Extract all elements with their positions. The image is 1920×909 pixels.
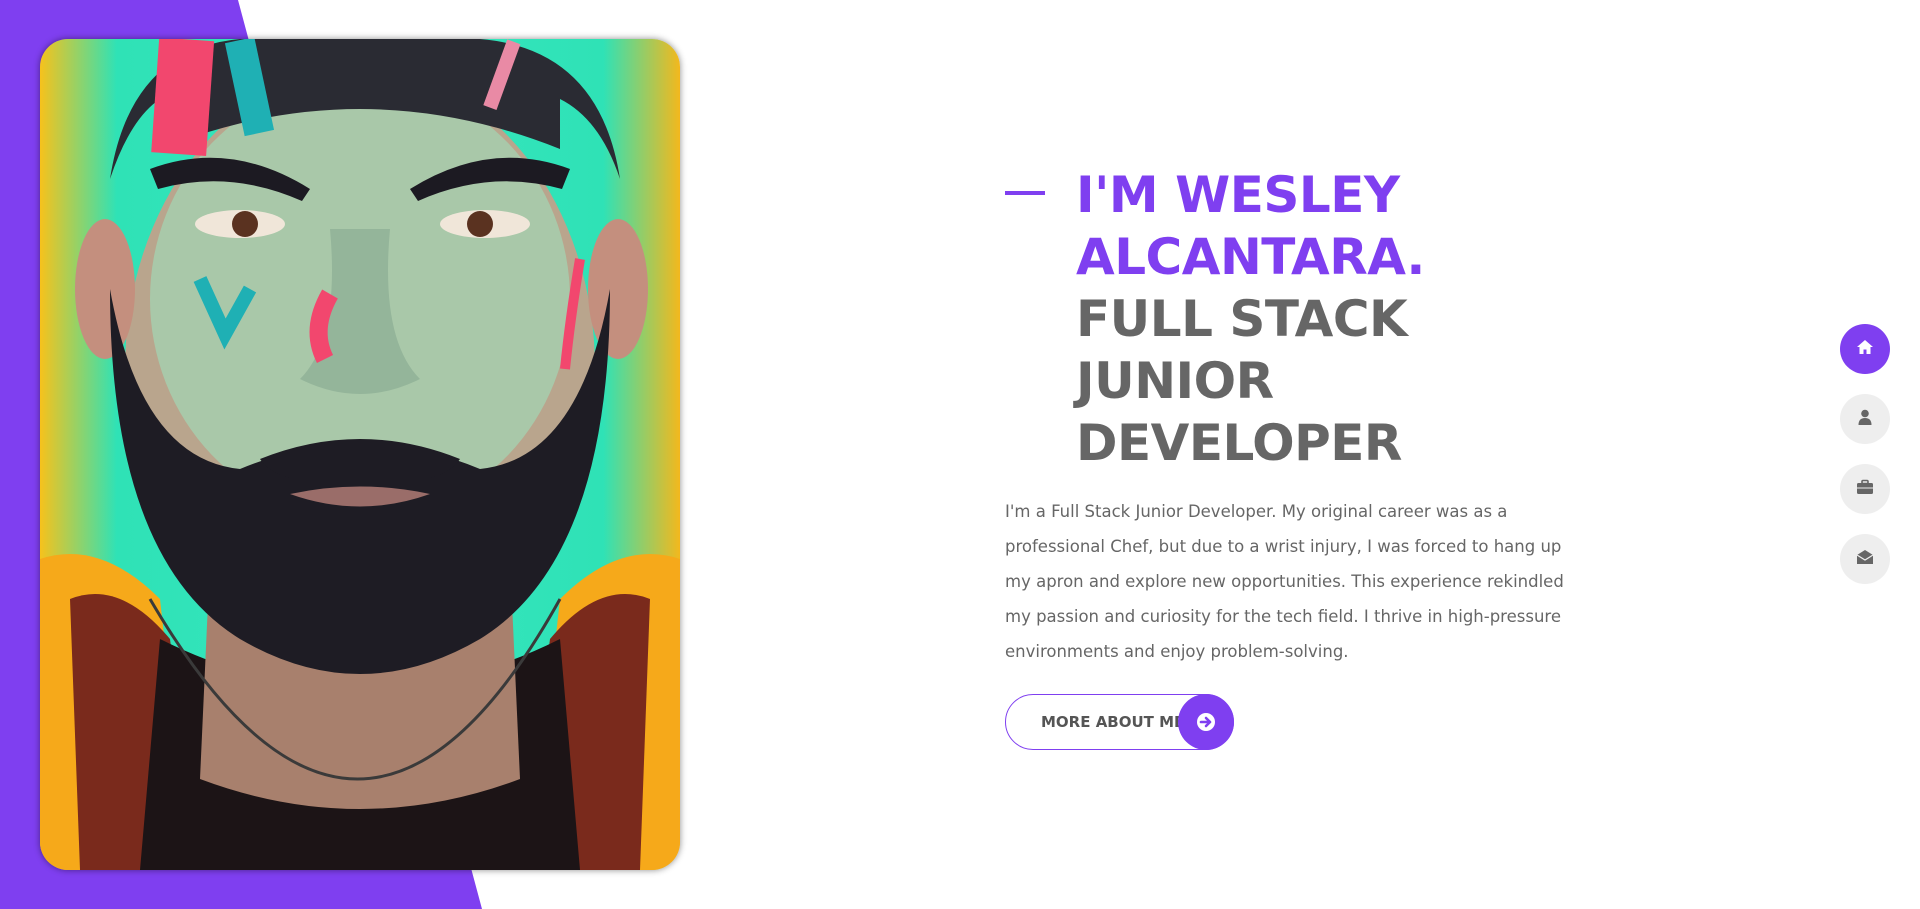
arrow-right-icon — [1178, 694, 1234, 750]
nav-about-button[interactable] — [1840, 394, 1890, 444]
hero-title: I'M WESLEY ALCANTARA. FULL STACK JUNIOR … — [1076, 164, 1565, 474]
nav-contact-button[interactable] — [1840, 534, 1890, 584]
more-about-me-label: MORE ABOUT ME — [1041, 713, 1185, 731]
home-icon — [1856, 338, 1874, 361]
portrait-illustration — [40, 39, 680, 870]
nav-home-button[interactable] — [1840, 324, 1890, 374]
hero-name: I'M WESLEY ALCANTARA. — [1076, 166, 1425, 286]
title-dash-decoration — [1005, 191, 1045, 195]
home-page: I'M WESLEY ALCANTARA. FULL STACK JUNIOR … — [0, 0, 1920, 909]
hero-role: FULL STACK JUNIOR DEVELOPER — [1076, 290, 1408, 472]
hero-section: I'M WESLEY ALCANTARA. FULL STACK JUNIOR … — [1005, 164, 1565, 755]
side-navigation — [1840, 324, 1890, 604]
more-about-me-button[interactable]: MORE ABOUT ME — [1005, 694, 1234, 750]
nav-portfolio-button[interactable] — [1840, 464, 1890, 514]
hero-bio: I'm a Full Stack Junior Developer. My or… — [1005, 502, 1564, 661]
user-icon — [1856, 408, 1874, 431]
hero-title-row: I'M WESLEY ALCANTARA. FULL STACK JUNIOR … — [1005, 164, 1565, 474]
profile-portrait — [40, 39, 680, 870]
briefcase-icon — [1856, 478, 1874, 501]
envelope-open-icon — [1856, 548, 1874, 571]
